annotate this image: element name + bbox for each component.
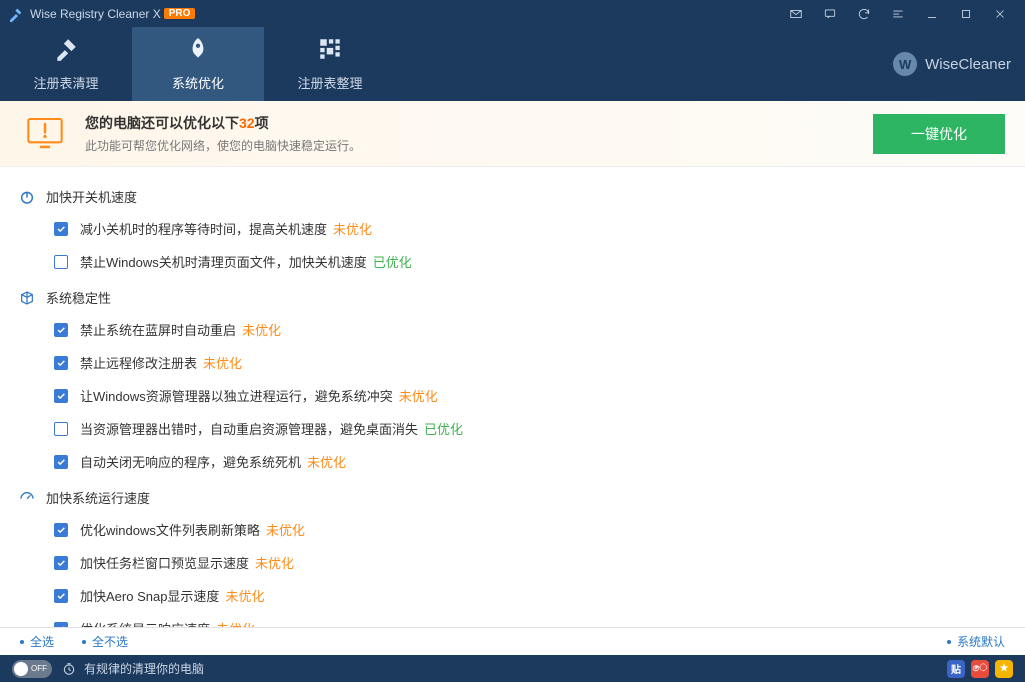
nav-tabs: 注册表清理 系统优化 注册表整理 W WiseCleaner bbox=[0, 27, 1025, 101]
rocket-icon bbox=[185, 36, 211, 65]
list-item: 自动关闭无响应的程序，避免系统死机未优化 bbox=[18, 445, 1007, 478]
wisecleaner-logo-icon: W bbox=[893, 52, 917, 76]
item-text: 优化windows文件列表刷新策略 bbox=[80, 520, 260, 539]
section: 系统稳定性禁止系统在蓝屏时自动重启未优化禁止远程修改注册表未优化让Windows… bbox=[18, 282, 1007, 478]
checkbox[interactable] bbox=[54, 589, 68, 603]
tab-registry-clean[interactable]: 注册表清理 bbox=[0, 27, 132, 101]
menu-icon[interactable] bbox=[881, 0, 915, 27]
brand-right: W WiseCleaner bbox=[893, 52, 1011, 76]
app-title: Wise Registry Cleaner X bbox=[30, 7, 161, 21]
feedback-icon[interactable] bbox=[813, 0, 847, 27]
app-icon bbox=[8, 6, 24, 22]
item-text: 加快任务栏窗口预览显示速度 bbox=[80, 553, 249, 572]
banner-subtext: 此功能可帮您优化网络，使您的电脑快速稳定运行。 bbox=[85, 137, 361, 154]
item-text: 禁止系统在蓝屏时自动重启 bbox=[80, 320, 236, 339]
deselect-all-link[interactable]: 全不选 bbox=[82, 633, 128, 650]
status-badge: 未优化 bbox=[333, 219, 372, 238]
checkbox[interactable] bbox=[54, 556, 68, 570]
section-title: 系统稳定性 bbox=[46, 288, 111, 307]
list-item: 禁止Windows关机时清理页面文件，加快关机速度已优化 bbox=[18, 245, 1007, 278]
status-badge: 未优化 bbox=[399, 386, 438, 405]
section-header[interactable]: 加快开关机速度 bbox=[18, 181, 1007, 212]
status-badge: 未优化 bbox=[242, 320, 281, 339]
star-icon[interactable]: ★ bbox=[995, 660, 1013, 678]
cube-icon bbox=[18, 289, 36, 307]
footer-actions: 全选 全不选 系统默认 bbox=[0, 627, 1025, 655]
power-icon bbox=[18, 188, 36, 206]
warning-monitor-icon bbox=[25, 114, 65, 154]
section-header[interactable]: 系统稳定性 bbox=[18, 282, 1007, 313]
item-text: 加快Aero Snap显示速度 bbox=[80, 586, 219, 605]
status-bar: OFF 有规律的清理你的电脑 贴ෙ ★ bbox=[0, 655, 1025, 682]
status-badge: 未优化 bbox=[203, 353, 242, 372]
checkbox[interactable] bbox=[54, 356, 68, 370]
grid-icon bbox=[317, 36, 343, 65]
item-text: 让Windows资源管理器以独立进程运行，避免系统冲突 bbox=[80, 386, 393, 405]
maximize-button[interactable] bbox=[949, 0, 983, 27]
item-text: 当资源管理器出错时，自动重启资源管理器，避免桌面消失 bbox=[80, 419, 418, 438]
section-title: 加快开关机速度 bbox=[46, 187, 137, 206]
section: 加快开关机速度减小关机时的程序等待时间，提高关机速度未优化禁止Windows关机… bbox=[18, 181, 1007, 278]
item-text: 减小关机时的程序等待时间，提高关机速度 bbox=[80, 219, 327, 238]
status-badge: 未优化 bbox=[307, 452, 346, 471]
list-item: 加快任务栏窗口预览显示速度未优化 bbox=[18, 546, 1007, 579]
section-header[interactable]: 加快系统运行速度 bbox=[18, 482, 1007, 513]
tab-registry-defrag[interactable]: 注册表整理 bbox=[264, 27, 396, 101]
schedule-toggle[interactable]: OFF bbox=[12, 660, 52, 678]
status-badge: 未优化 bbox=[225, 586, 264, 605]
pro-badge: PRO bbox=[164, 8, 196, 19]
section: 加快系统运行速度优化windows文件列表刷新策略未优化加快任务栏窗口预览显示速… bbox=[18, 482, 1007, 627]
list-item: 减小关机时的程序等待时间，提高关机速度未优化 bbox=[18, 212, 1007, 245]
list-item: 当资源管理器出错时，自动重启资源管理器，避免桌面消失已优化 bbox=[18, 412, 1007, 445]
minimize-button[interactable] bbox=[915, 0, 949, 27]
tab-label: 注册表清理 bbox=[33, 73, 98, 92]
checkbox[interactable] bbox=[54, 523, 68, 537]
tab-system-tuneup[interactable]: 系统优化 bbox=[132, 27, 264, 101]
system-default-link[interactable]: 系统默认 bbox=[947, 633, 1005, 650]
list-item: 禁止系统在蓝屏时自动重启未优化 bbox=[18, 313, 1007, 346]
list-item: 优化系统显示响应速度未优化 bbox=[18, 612, 1007, 627]
section-title: 加快系统运行速度 bbox=[46, 488, 150, 507]
status-badge: 未优化 bbox=[255, 553, 294, 572]
tab-label: 系统优化 bbox=[172, 73, 224, 92]
select-all-link[interactable]: 全选 bbox=[20, 633, 54, 650]
content-list[interactable]: 加快开关机速度减小关机时的程序等待时间，提高关机速度未优化禁止Windows关机… bbox=[0, 167, 1025, 627]
schedule-text: 有规律的清理你的电脑 bbox=[84, 660, 204, 677]
speed-icon bbox=[18, 489, 36, 507]
item-text: 禁止远程修改注册表 bbox=[80, 353, 197, 372]
tab-label: 注册表整理 bbox=[297, 73, 362, 92]
close-button[interactable] bbox=[983, 0, 1017, 27]
item-text: 禁止Windows关机时清理页面文件，加快关机速度 bbox=[80, 252, 367, 271]
list-item: 优化windows文件列表刷新策略未优化 bbox=[18, 513, 1007, 546]
banner: 您的电脑还可以优化以下32项 此功能可帮您优化网络，使您的电脑快速稳定运行。 一… bbox=[0, 101, 1025, 167]
weibo-icon[interactable]: ෙ bbox=[971, 660, 989, 678]
item-text: 自动关闭无响应的程序，避免系统死机 bbox=[80, 452, 301, 471]
status-badge: 未优化 bbox=[216, 619, 255, 627]
checkbox[interactable] bbox=[54, 389, 68, 403]
checkbox[interactable] bbox=[54, 323, 68, 337]
checkbox[interactable] bbox=[54, 622, 68, 628]
refresh-icon[interactable] bbox=[847, 0, 881, 27]
brush-icon bbox=[53, 36, 79, 65]
list-item: 让Windows资源管理器以独立进程运行，避免系统冲突未优化 bbox=[18, 379, 1007, 412]
status-badge: 未优化 bbox=[266, 520, 305, 539]
titlebar: Wise Registry Cleaner X PRO bbox=[0, 0, 1025, 27]
clock-icon bbox=[62, 662, 76, 676]
banner-heading: 您的电脑还可以优化以下32项 bbox=[85, 113, 361, 133]
status-badge: 已优化 bbox=[373, 252, 412, 271]
list-item: 禁止远程修改注册表未优化 bbox=[18, 346, 1007, 379]
tieba-icon[interactable]: 贴 bbox=[947, 660, 965, 678]
mail-icon[interactable] bbox=[779, 0, 813, 27]
list-item: 加快Aero Snap显示速度未优化 bbox=[18, 579, 1007, 612]
checkbox[interactable] bbox=[54, 422, 68, 436]
status-badge: 已优化 bbox=[424, 419, 463, 438]
checkbox[interactable] bbox=[54, 455, 68, 469]
checkbox[interactable] bbox=[54, 255, 68, 269]
checkbox[interactable] bbox=[54, 222, 68, 236]
item-text: 优化系统显示响应速度 bbox=[80, 619, 210, 627]
optimize-button[interactable]: 一键优化 bbox=[873, 114, 1005, 154]
brand-text: WiseCleaner bbox=[925, 56, 1011, 73]
